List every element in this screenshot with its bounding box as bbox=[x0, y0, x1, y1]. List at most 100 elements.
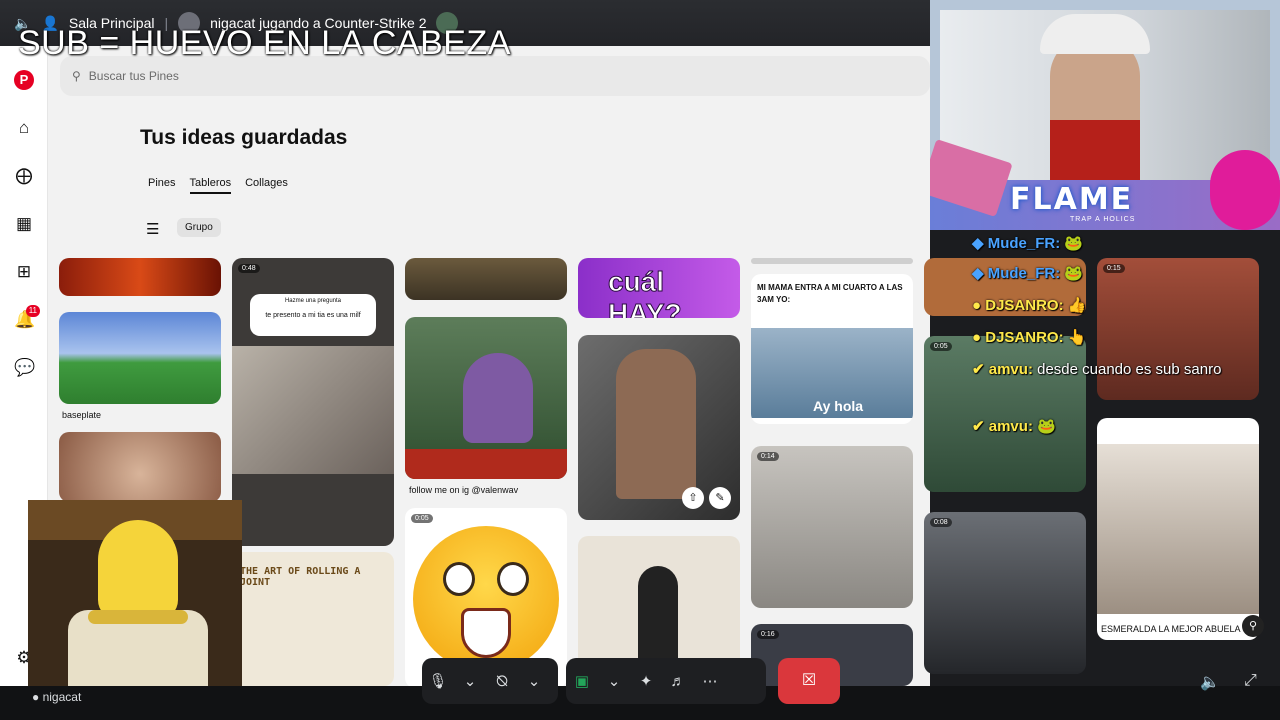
messages-icon[interactable]: 💬 bbox=[14, 358, 35, 378]
microphone-icon[interactable]: 🎙 bbox=[422, 672, 454, 690]
filter-icon[interactable]: ☰ bbox=[146, 220, 159, 238]
home-icon[interactable]: ⌂ bbox=[14, 118, 34, 138]
user-icon: ● bbox=[32, 690, 40, 704]
chat-username: Mude_FR bbox=[987, 265, 1056, 282]
tab-list: Pines Tableros Collages bbox=[148, 177, 288, 194]
stream-overlay-title: SUB = HUEVO EN LA CABEZA bbox=[18, 24, 511, 62]
tab-tableros[interactable]: Tableros bbox=[189, 177, 232, 194]
pin-image[interactable] bbox=[59, 312, 221, 404]
camera-off-icon[interactable]: ⦰ bbox=[486, 673, 518, 690]
pin-text: Ay hola bbox=[813, 398, 864, 414]
leave-call-button[interactable]: ☒ bbox=[778, 658, 840, 704]
emote-icon: 👆 bbox=[1067, 329, 1087, 346]
question-title: Hazme una pregunta bbox=[284, 298, 342, 304]
video-duration: 0:48 bbox=[238, 264, 260, 273]
activities-icon[interactable]: ✦ bbox=[630, 672, 662, 690]
emoji-eye bbox=[443, 562, 475, 596]
stop-stream-icon: ☒ bbox=[801, 672, 817, 689]
pin-caption: ESMERALDA LA MEJOR ABUELA bbox=[1101, 624, 1241, 634]
emoji-eye bbox=[497, 562, 529, 596]
buddha-sticker bbox=[1210, 150, 1280, 230]
video-duration: 0:15 bbox=[1103, 264, 1125, 273]
chat-message: ✔ amvu: desde cuando es sub sanro bbox=[972, 361, 1222, 378]
chat-badge-icon: ◆ bbox=[972, 265, 984, 282]
question-card: Hazme una pregunta te presento a mi tia … bbox=[250, 294, 376, 336]
tattoo-back bbox=[616, 349, 696, 499]
page-title: Tus ideas guardadas bbox=[140, 126, 348, 149]
discord-stream-view: 🔈 👤 Sala Principal | nigacat jugando a C… bbox=[0, 0, 1280, 720]
video-duration: 0:05 bbox=[930, 342, 952, 351]
chevron-down-icon[interactable]: ⌄ bbox=[598, 672, 630, 690]
volume-icon[interactable]: 🔈 bbox=[1200, 672, 1220, 692]
more-icon[interactable]: ⋯ bbox=[694, 672, 726, 690]
pin-image[interactable] bbox=[59, 432, 221, 502]
pin-image[interactable] bbox=[751, 258, 913, 264]
screen-share-icon[interactable]: ▣ bbox=[566, 672, 598, 690]
pin-image[interactable]: ESMERALDA LA MEJOR ABUELA bbox=[1097, 418, 1259, 640]
webcam-brand: FLAME bbox=[1010, 182, 1134, 217]
chat-badge-icon: ◆ bbox=[972, 235, 984, 252]
zoom-icon[interactable]: ⚲ bbox=[1242, 615, 1264, 637]
chevron-down-icon[interactable]: ⌄ bbox=[518, 672, 550, 690]
chat-username: DJSANRO bbox=[985, 297, 1059, 314]
homer-overlay-image bbox=[28, 500, 242, 690]
video-duration: 0:16 bbox=[757, 630, 779, 639]
webcam-tagline: TRAP A HOLICS bbox=[1070, 216, 1136, 223]
video-duration: 0:08 bbox=[930, 518, 952, 527]
pin-image[interactable] bbox=[405, 317, 567, 479]
tab-pines[interactable]: Pines bbox=[148, 177, 176, 194]
pin-video[interactable]: 0:48 Hazme una pregunta te presento a mi… bbox=[232, 258, 394, 546]
pin-caption: follow me on ig @valenwav bbox=[409, 485, 519, 495]
soundboard-icon[interactable]: ♬ bbox=[662, 673, 694, 690]
emote-icon: 🐸 bbox=[1064, 265, 1084, 282]
pin-image[interactable]: THE ART OF ROLLING A JOINT bbox=[232, 552, 394, 686]
video-duration: 0:14 bbox=[757, 452, 779, 461]
bottom-username: ● nigacat bbox=[32, 690, 81, 704]
explore-icon[interactable]: ⨁ bbox=[14, 166, 34, 186]
emoji-teeth bbox=[461, 608, 511, 658]
streamer-cap bbox=[1040, 14, 1150, 54]
pin-image[interactable]: ⇧ ✎ bbox=[578, 335, 740, 520]
video-frame bbox=[1097, 444, 1259, 614]
pin-image[interactable] bbox=[405, 258, 567, 300]
chat-username: DJSANRO bbox=[985, 329, 1059, 346]
chat-text: desde cuando es sub sanro bbox=[1037, 361, 1222, 378]
chat-username: amvu bbox=[988, 361, 1028, 378]
pin-text: MI MAMA ENTRA A MI CUARTO A LAS 3AM YO: bbox=[757, 283, 903, 304]
chat-badge-icon: ● bbox=[972, 329, 982, 346]
gold-chain bbox=[88, 610, 188, 624]
streamer-shirt bbox=[1050, 120, 1140, 186]
create-icon[interactable]: ⊞ bbox=[14, 262, 34, 282]
edit-icon[interactable]: ✎ bbox=[709, 487, 731, 509]
tab-collages[interactable]: Collages bbox=[245, 177, 288, 194]
fullscreen-icon[interactable]: ⤢ bbox=[1244, 672, 1257, 690]
cartoon-figure bbox=[463, 353, 533, 443]
chat-message: ◆ Mude_FR: 🐸 bbox=[972, 265, 1084, 282]
chat-badge-icon: ✔ bbox=[972, 361, 985, 378]
pin-video[interactable]: 0:14 bbox=[751, 446, 913, 608]
chat-message: ● DJSANRO: 👍 bbox=[972, 297, 1087, 314]
search-placeholder: Buscar tus Pines bbox=[88, 69, 179, 83]
pinterest-logo-icon[interactable]: P bbox=[14, 70, 34, 90]
boards-icon[interactable]: ▦ bbox=[14, 214, 34, 234]
share-icon[interactable]: ⇧ bbox=[682, 487, 704, 509]
question-answer: te presento a mi tia es una milf bbox=[265, 312, 361, 319]
video-frame bbox=[232, 346, 394, 474]
pin-text: cuál HAY? bbox=[608, 266, 683, 319]
pin-video[interactable]: 0:08 bbox=[924, 512, 1086, 674]
chevron-down-icon[interactable]: ⌄ bbox=[454, 672, 486, 690]
pin-image[interactable] bbox=[59, 258, 221, 296]
chat-username: Mude_FR bbox=[987, 235, 1056, 252]
group-filter-chip[interactable]: Grupo bbox=[177, 218, 221, 237]
search-icon: ⚲ bbox=[72, 69, 81, 83]
emote-icon: 🐸 bbox=[1037, 418, 1056, 435]
pin-image[interactable]: MI MAMA ENTRA A MI CUARTO A LAS 3AM YO: … bbox=[751, 274, 913, 424]
pin-video[interactable]: 0:15 bbox=[1097, 258, 1259, 400]
chat-message: ● DJSANRO: 👆 bbox=[972, 329, 1087, 346]
chat-message: ✔ amvu: 🐸 bbox=[972, 418, 1056, 435]
emote-icon: 🐸 bbox=[1064, 235, 1084, 252]
pin-image[interactable]: cuál HAY? bbox=[578, 258, 740, 318]
chat-badge-icon: ✔ bbox=[972, 418, 985, 435]
voice-controls: 🎙 ⌄ ⦰ ⌄ bbox=[422, 658, 558, 704]
bell-icon[interactable]: 🔔 11 bbox=[14, 305, 40, 330]
